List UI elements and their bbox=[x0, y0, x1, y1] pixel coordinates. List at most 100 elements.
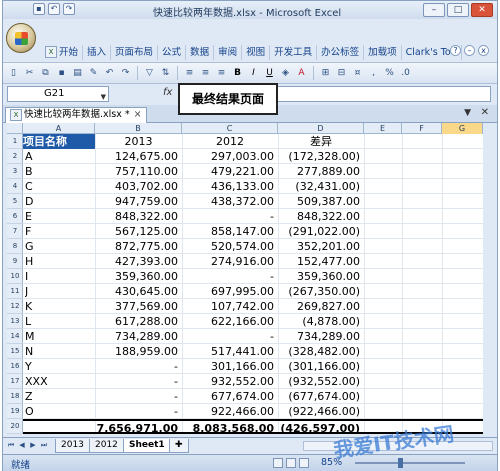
help-icon[interactable]: ? bbox=[450, 45, 461, 56]
row-header[interactable]: 15 bbox=[7, 344, 23, 359]
fill-color-icon[interactable]: ◈ bbox=[279, 67, 292, 80]
merge-icon[interactable]: ⊟ bbox=[335, 67, 348, 80]
cell-header-2012[interactable]: 2012 bbox=[182, 134, 278, 149]
redo-icon[interactable]: ↷ bbox=[63, 3, 75, 15]
table-cell[interactable]: - bbox=[182, 329, 278, 344]
row-header[interactable]: 1 bbox=[7, 134, 23, 149]
spreadsheet-grid[interactable]: A B C D E F G 1 2 3 4 5 6 7 8 9 10 11 12 13 14 15 16 17 1… bbox=[7, 123, 483, 434]
page-break-view-icon[interactable] bbox=[299, 458, 309, 468]
table-cell[interactable]: (172,328.00) bbox=[278, 149, 364, 164]
sort-icon[interactable]: ⇅ bbox=[159, 67, 172, 80]
column-header-b[interactable]: B bbox=[95, 123, 182, 134]
table-cell[interactable]: J bbox=[25, 284, 95, 299]
table-cell[interactable]: 269,827.00 bbox=[278, 299, 364, 314]
table-cell[interactable]: 509,387.00 bbox=[278, 194, 364, 209]
zoom-slider-thumb[interactable] bbox=[398, 458, 403, 468]
column-header-d[interactable]: D bbox=[278, 123, 364, 134]
row-header[interactable]: 10 bbox=[7, 269, 23, 284]
tab-home[interactable]: X 开始 bbox=[41, 44, 84, 60]
normal-view-icon[interactable] bbox=[273, 458, 283, 468]
workbook-tab[interactable]: X 快速比较两年数据.xlsx * × bbox=[5, 107, 147, 123]
last-sheet-icon[interactable]: ⏭ bbox=[39, 440, 49, 451]
save-icon[interactable]: ▪ bbox=[55, 67, 68, 80]
table-cell[interactable]: (932,552.00) bbox=[278, 374, 364, 389]
first-sheet-icon[interactable]: ⏮ bbox=[6, 440, 16, 451]
tab-office-tabs[interactable]: 办公标签 bbox=[317, 44, 365, 60]
ribbon-close-icon[interactable]: x bbox=[478, 45, 489, 56]
table-cell[interactable]: 107,742.00 bbox=[182, 299, 278, 314]
maximize-button[interactable]: □ bbox=[447, 3, 469, 17]
function-icon[interactable]: fx bbox=[163, 87, 172, 98]
cell-header-name[interactable]: 项目名称 bbox=[23, 134, 95, 149]
table-cell[interactable]: - bbox=[95, 404, 182, 419]
close-button[interactable]: ✕ bbox=[471, 3, 493, 17]
table-cell[interactable]: - bbox=[95, 389, 182, 404]
table-cell[interactable]: I bbox=[25, 269, 95, 284]
tab-page-layout[interactable]: 页面布局 bbox=[111, 44, 159, 60]
row-header[interactable]: 16 bbox=[7, 359, 23, 374]
table-cell[interactable]: C bbox=[25, 179, 95, 194]
table-cell[interactable]: 352,201.00 bbox=[278, 239, 364, 254]
table-cell[interactable]: - bbox=[182, 209, 278, 224]
table-cell[interactable]: B bbox=[25, 164, 95, 179]
table-cell[interactable]: D bbox=[25, 194, 95, 209]
prev-sheet-icon[interactable]: ◀ bbox=[17, 440, 27, 451]
row-header[interactable]: 3 bbox=[7, 164, 23, 179]
chevron-down-icon[interactable]: ▼ bbox=[464, 108, 471, 118]
row-header[interactable]: 8 bbox=[7, 239, 23, 254]
cell-header-2013[interactable]: 2013 bbox=[95, 134, 182, 149]
table-cell[interactable]: 947,759.00 bbox=[95, 194, 182, 209]
close-icon[interactable]: ✕ bbox=[481, 107, 489, 118]
table-cell[interactable]: 517,441.00 bbox=[182, 344, 278, 359]
tab-addins[interactable]: 加载项 bbox=[364, 44, 402, 60]
table-cell[interactable]: 922,466.00 bbox=[182, 404, 278, 419]
table-cell[interactable]: 277,889.00 bbox=[278, 164, 364, 179]
office-button[interactable] bbox=[6, 23, 36, 53]
ribbon-minimize-icon[interactable]: – bbox=[464, 45, 475, 56]
row-header[interactable]: 4 bbox=[7, 179, 23, 194]
tab-insert[interactable]: 插入 bbox=[83, 44, 112, 60]
table-cell[interactable]: 677,674.00 bbox=[182, 389, 278, 404]
table-cell[interactable]: 479,221.00 bbox=[182, 164, 278, 179]
row-header[interactable]: 11 bbox=[7, 284, 23, 299]
zoom-slider[interactable] bbox=[355, 462, 465, 464]
increase-decimal-icon[interactable]: .0 bbox=[399, 67, 412, 80]
column-header-a[interactable]: A bbox=[23, 123, 95, 134]
row-header[interactable]: 17 bbox=[7, 374, 23, 389]
name-box[interactable]: G21 ▼ bbox=[7, 86, 109, 102]
table-cell[interactable]: 848,322.00 bbox=[95, 209, 182, 224]
total-cell[interactable] bbox=[25, 421, 95, 434]
column-header-c[interactable]: C bbox=[182, 123, 278, 134]
align-center-icon[interactable]: ≡ bbox=[199, 67, 212, 80]
table-cell[interactable]: O bbox=[25, 404, 95, 419]
tab-developer[interactable]: 开发工具 bbox=[270, 44, 318, 60]
row-header[interactable]: 12 bbox=[7, 299, 23, 314]
table-cell[interactable]: (4,878.00) bbox=[278, 314, 364, 329]
table-cell[interactable]: E bbox=[25, 209, 95, 224]
next-sheet-icon[interactable]: ▶ bbox=[28, 440, 38, 451]
table-cell[interactable]: 297,003.00 bbox=[182, 149, 278, 164]
align-right-icon[interactable]: ≡ bbox=[215, 67, 228, 80]
tab-data[interactable]: 数据 bbox=[186, 44, 215, 60]
table-cell[interactable]: 858,147.00 bbox=[182, 224, 278, 239]
column-header-f[interactable]: F bbox=[402, 123, 442, 134]
table-cell[interactable]: 567,125.00 bbox=[95, 224, 182, 239]
row-header[interactable]: 20 bbox=[7, 419, 23, 434]
sheet-tab-2012[interactable]: 2012 bbox=[89, 439, 124, 453]
table-cell[interactable]: XXX bbox=[25, 374, 95, 389]
table-cell[interactable]: 438,372.00 bbox=[182, 194, 278, 209]
table-cell[interactable]: 427,393.00 bbox=[95, 254, 182, 269]
row-header[interactable]: 19 bbox=[7, 404, 23, 419]
close-icon[interactable]: × bbox=[134, 109, 142, 120]
table-cell[interactable]: 188,959.00 bbox=[95, 344, 182, 359]
table-cell[interactable]: 757,110.00 bbox=[95, 164, 182, 179]
print-icon[interactable]: ▤ bbox=[71, 67, 84, 80]
row-header[interactable]: 5 bbox=[7, 194, 23, 209]
table-cell[interactable]: 274,916.00 bbox=[182, 254, 278, 269]
table-cell[interactable]: (291,022.00) bbox=[278, 224, 364, 239]
minimize-button[interactable]: – bbox=[423, 3, 445, 17]
row-header[interactable]: 14 bbox=[7, 329, 23, 344]
table-cell[interactable]: - bbox=[182, 269, 278, 284]
insert-sheet-icon[interactable]: ✚ bbox=[169, 439, 189, 453]
sheet-tab-sheet1[interactable]: Sheet1 bbox=[123, 439, 171, 453]
